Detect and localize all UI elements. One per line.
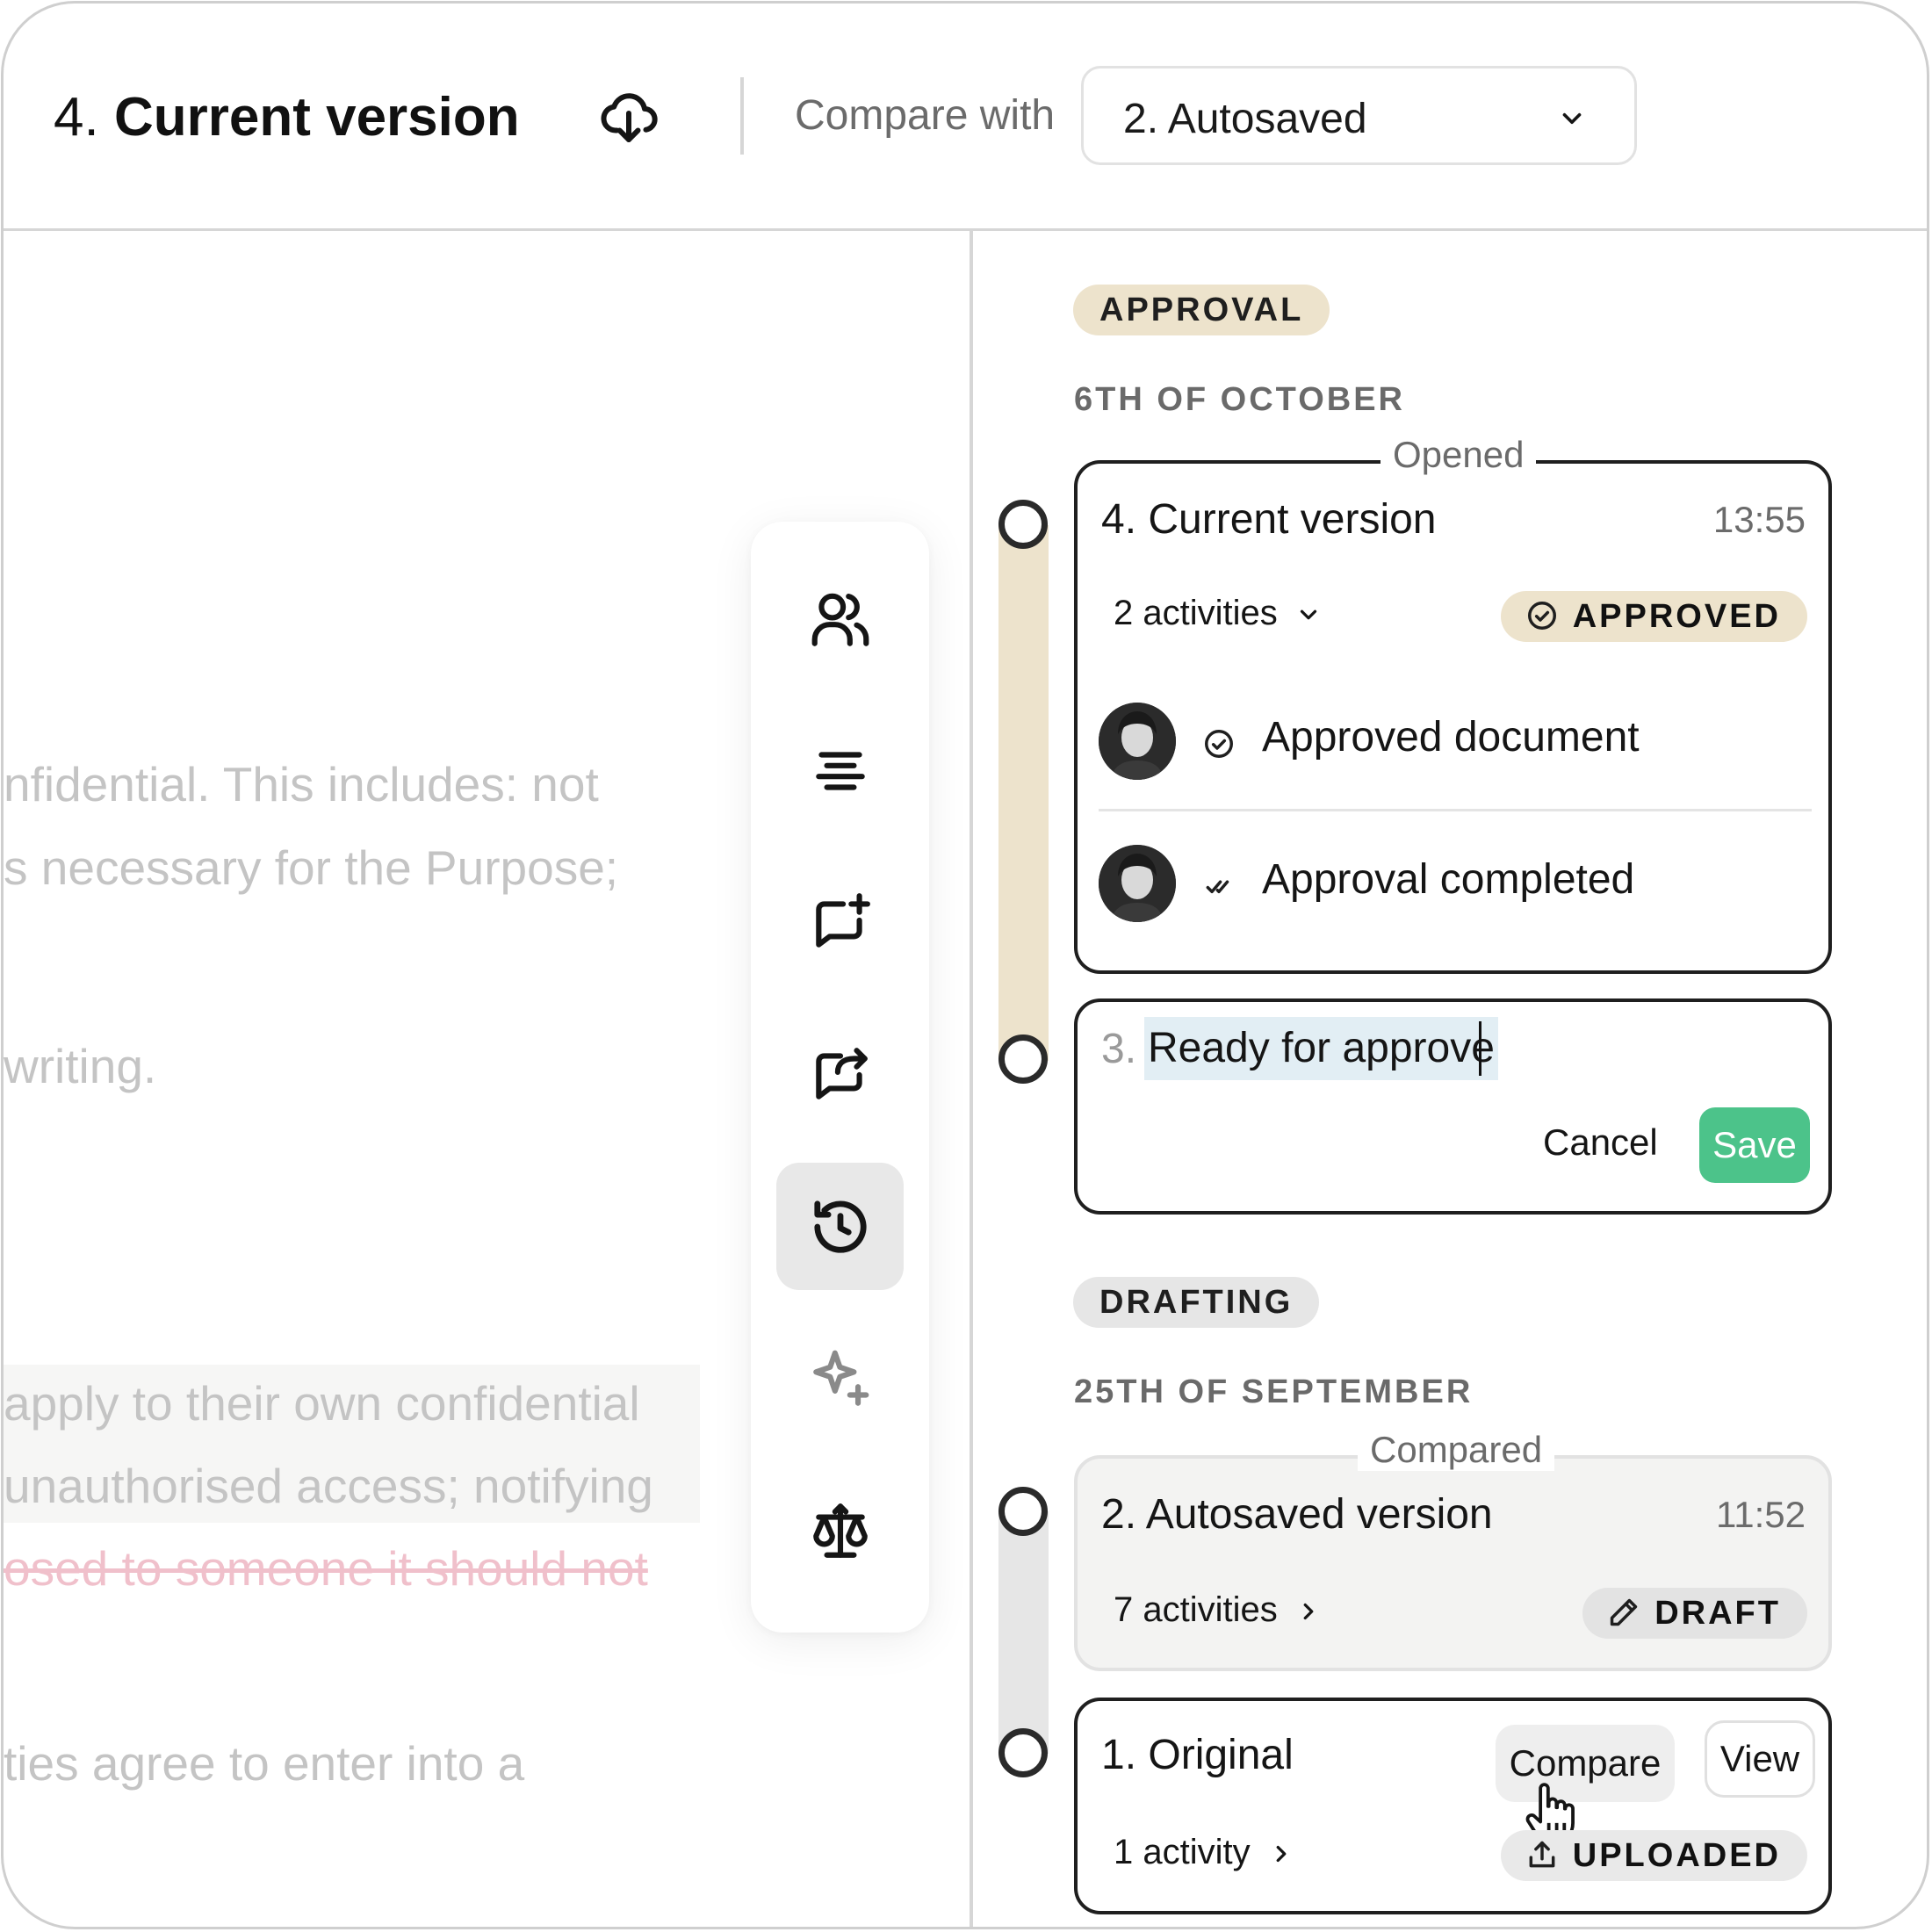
- version-card-autosaved[interactable]: Compared 2. Autosaved version 11:52 7 ac…: [1074, 1429, 1832, 1671]
- activities-toggle[interactable]: 2 activities: [1114, 594, 1322, 633]
- history-icon: [814, 1200, 867, 1253]
- save-button[interactable]: Save: [1699, 1107, 1810, 1183]
- status-badge-label: APPROVED: [1572, 598, 1781, 635]
- timeline-node: [998, 500, 1048, 549]
- version-time: 11:52: [1716, 1494, 1806, 1535]
- double-check-icon: [1206, 880, 1229, 894]
- page-title: 4. Current version: [54, 84, 520, 151]
- avatar: [1099, 845, 1176, 922]
- stage-pill-drafting: DRAFTING: [1073, 1277, 1320, 1328]
- activity-item: Approval completed: [1099, 815, 1812, 955]
- document-line: nfidential. This includes: not: [4, 757, 599, 811]
- ai-assistant-button[interactable]: [776, 1315, 904, 1442]
- timeline-node: [998, 1487, 1048, 1536]
- activities-toggle[interactable]: 7 activities: [1114, 1590, 1322, 1630]
- activities-count: 7 activities: [1114, 1590, 1278, 1629]
- comment-share-icon: [816, 1048, 868, 1099]
- activity-divider: [1099, 809, 1812, 811]
- activities-toggle[interactable]: 1 activity: [1114, 1833, 1294, 1872]
- status-badge-approved: APPROVED: [1500, 591, 1807, 642]
- chevron-down-icon: [1300, 610, 1316, 620]
- version-card-current[interactable]: Opened 4. Current version 13:55 2 activi…: [1074, 434, 1832, 974]
- chevron-right-icon: [1303, 1604, 1314, 1620]
- add-comment-button[interactable]: [776, 859, 904, 986]
- version-title: 2. Autosaved version: [1101, 1491, 1493, 1538]
- legal-button[interactable]: [776, 1467, 904, 1594]
- compare-version-select[interactable]: 2. Autosaved: [1081, 66, 1637, 165]
- status-badge-label: DRAFT: [1654, 1595, 1781, 1632]
- compare-with-label: Compare with: [795, 92, 1056, 139]
- view-button[interactable]: View: [1705, 1720, 1815, 1798]
- users-icon: [811, 593, 869, 646]
- version-card-original[interactable]: 1. Original Compare View 1 activity UPLO…: [1074, 1698, 1832, 1914]
- pencil-icon: [1611, 1598, 1638, 1626]
- status-badge-draft: DRAFT: [1582, 1588, 1807, 1639]
- version-card-editing: 3. Ready for approve Cancel Save: [1074, 998, 1832, 1215]
- version-title: 4. Current version: [1101, 496, 1437, 543]
- document-line: writing.: [4, 1039, 157, 1093]
- version-number: 4.: [54, 87, 99, 148]
- activities-count: 1 activity: [1114, 1833, 1251, 1871]
- cloud-download-icon[interactable]: [597, 84, 660, 148]
- avatar-photo: [1099, 845, 1176, 922]
- version-name-input[interactable]: Ready for approve: [1144, 1017, 1498, 1080]
- version-history-button[interactable]: [776, 1163, 904, 1290]
- share-comment-button[interactable]: [776, 1011, 904, 1138]
- compare-selected-value: 2. Autosaved: [1123, 96, 1367, 142]
- date-heading: 6TH OF OCTOBER: [1074, 381, 1405, 418]
- check-circle-icon: [1527, 601, 1556, 630]
- version-title: 1. Original: [1101, 1732, 1294, 1778]
- scales-icon: [813, 1503, 868, 1558]
- card-status-tag: Compared: [1358, 1429, 1555, 1471]
- collaborators-button[interactable]: [776, 555, 904, 682]
- panel-divider: [970, 231, 973, 1927]
- cancel-button[interactable]: Cancel: [1543, 1121, 1658, 1164]
- activity-item: Approved document: [1099, 673, 1812, 813]
- version-name: Current version: [113, 87, 520, 148]
- timeline-track-approval: [998, 525, 1049, 1061]
- app-window: 4. Current version Compare with 2. Autos…: [1, 1, 1929, 1929]
- card-status-tag: Opened: [1381, 434, 1537, 476]
- side-toolbar: [751, 522, 929, 1633]
- status-badge-uploaded: UPLOADED: [1500, 1830, 1807, 1881]
- chevron-down-icon: [1562, 112, 1582, 125]
- document-line: unauthorised access; notifying: [4, 1459, 653, 1513]
- header: 4. Current version Compare with 2. Autos…: [4, 4, 1927, 231]
- avatar-photo: [1099, 703, 1176, 780]
- document-line: s necessary for the Purpose;: [4, 840, 619, 895]
- timeline-node: [998, 1034, 1048, 1084]
- comment-add-icon: [816, 893, 870, 948]
- document-line: ties agree to enter into a: [4, 1736, 525, 1791]
- header-divider: [740, 77, 744, 155]
- timeline-node: [998, 1728, 1048, 1777]
- activity-text: Approval completed: [1262, 856, 1635, 903]
- version-time: 13:55: [1712, 499, 1806, 540]
- deleted-text: osed to someone it should not: [4, 1541, 648, 1596]
- status-badge-label: UPLOADED: [1572, 1837, 1781, 1874]
- avatar: [1099, 703, 1176, 780]
- outline-button[interactable]: [776, 707, 904, 834]
- chevron-right-icon: [1276, 1846, 1286, 1863]
- sparkle-icon: [813, 1350, 869, 1406]
- date-heading: 25TH OF SEPTEMBER: [1074, 1373, 1474, 1410]
- timeline-track-drafting: [998, 1511, 1049, 1754]
- align-center-icon: [816, 752, 865, 790]
- version-number: 3.: [1101, 1026, 1137, 1072]
- stage-pill-approval: APPROVAL: [1073, 285, 1330, 335]
- activity-text: Approved document: [1262, 714, 1640, 761]
- text-caret: [1479, 1021, 1481, 1076]
- check-circle-icon: [1205, 730, 1233, 758]
- activities-count: 2 activities: [1114, 594, 1278, 632]
- upload-icon: [1529, 1841, 1555, 1868]
- document-line: apply to their own confidential: [4, 1376, 640, 1431]
